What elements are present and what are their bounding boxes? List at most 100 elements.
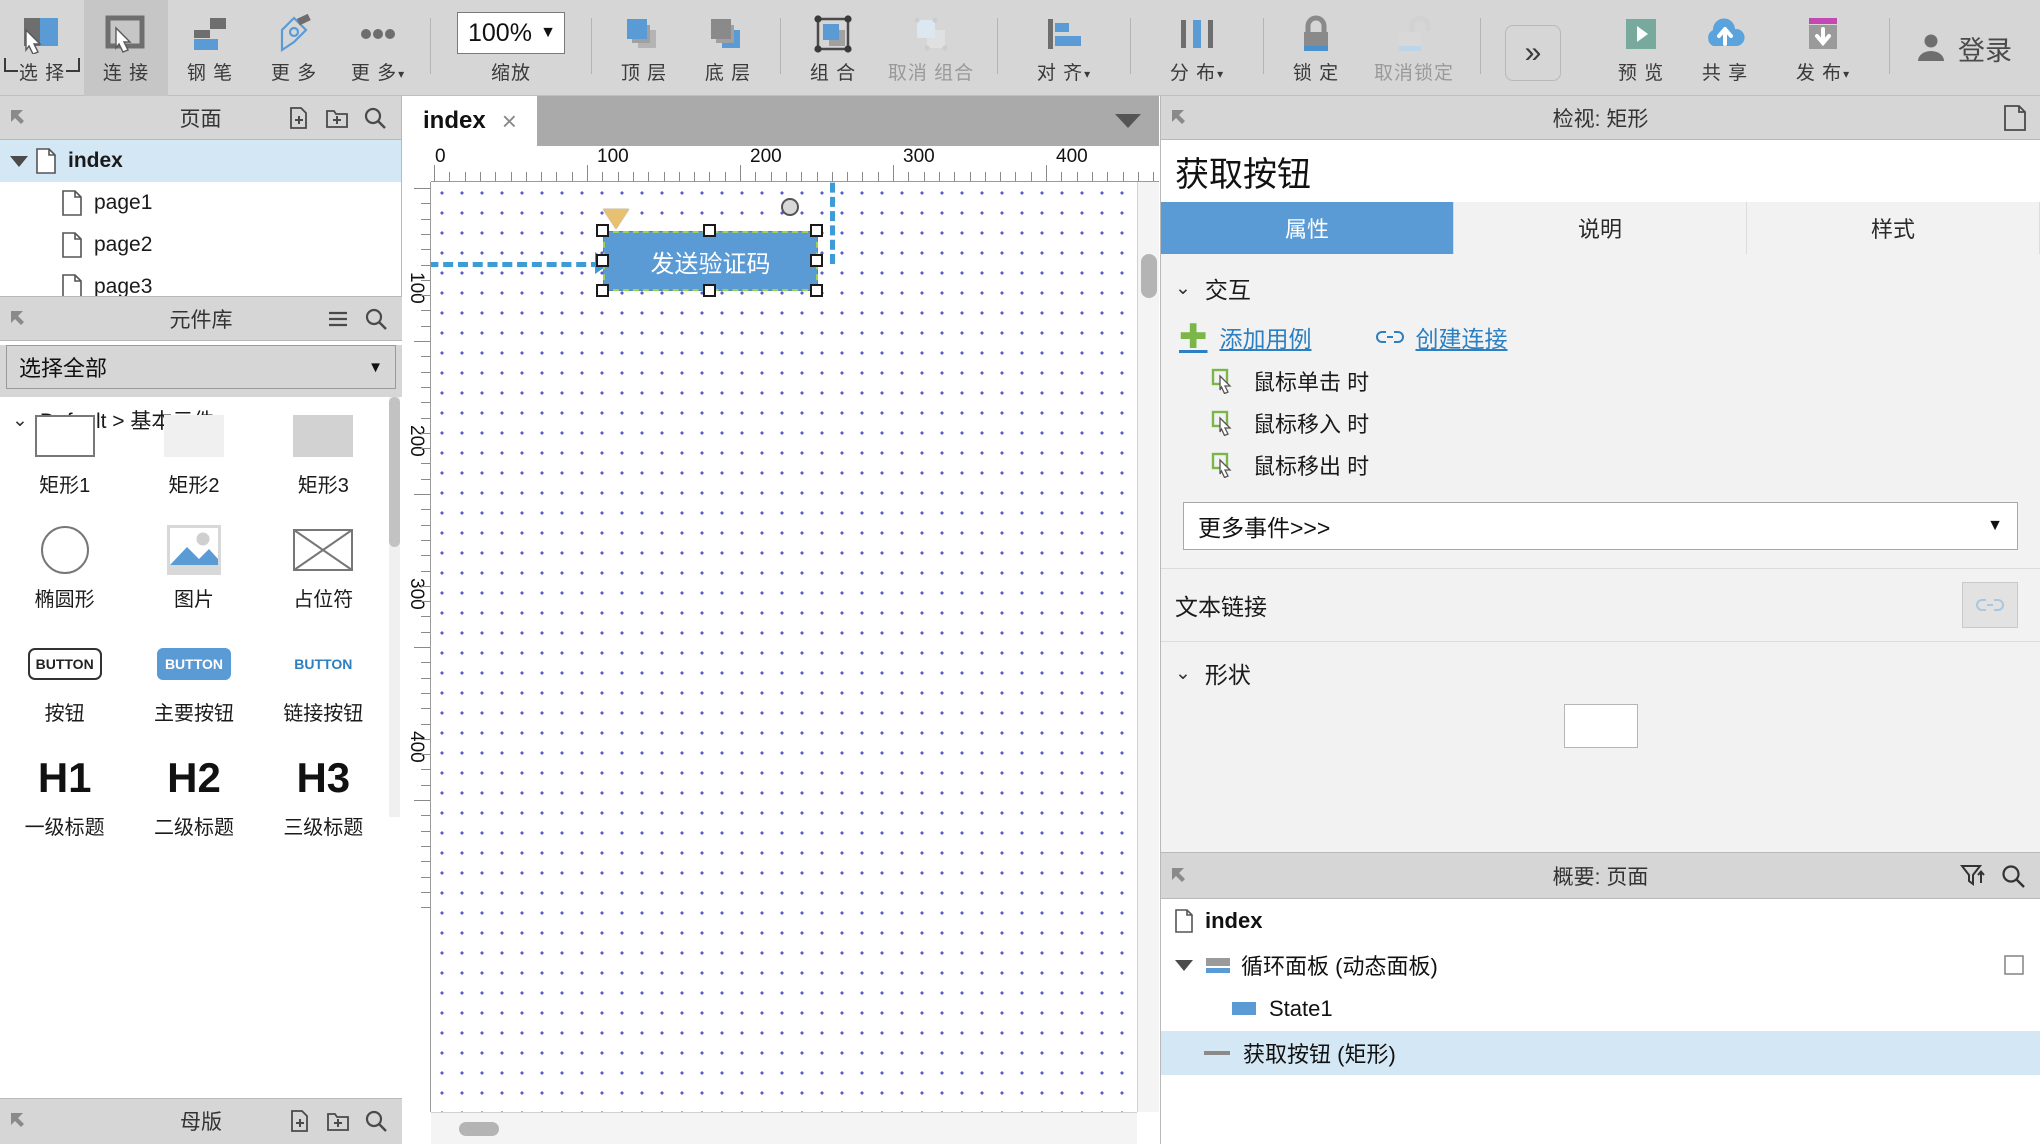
rotate-handle[interactable] (781, 198, 799, 216)
resize-handle-se[interactable] (810, 284, 823, 297)
add-master-icon[interactable] (288, 1109, 312, 1133)
page-item-index[interactable]: index (0, 140, 401, 182)
resize-handle-nw[interactable] (596, 224, 609, 237)
share-button[interactable]: 共 享 (1683, 0, 1767, 96)
widget-link-button[interactable]: BUTTON 链接按钮 (259, 623, 388, 726)
add-case-button[interactable]: ✚ 添加用例 (1179, 320, 1312, 354)
more-events-select[interactable]: 更多事件>>> ▼ (1183, 502, 2018, 550)
create-link-button[interactable]: 创建连接 (1375, 320, 1508, 354)
search-icon[interactable] (363, 106, 387, 130)
resize-handle-w[interactable] (596, 254, 609, 267)
add-folder-icon[interactable] (325, 106, 349, 130)
outline-item-dynamic-panel[interactable]: 循环面板 (动态面板) (1161, 943, 2040, 987)
align-button[interactable]: 对 齐▾ (1008, 0, 1120, 96)
collapse-arrow-icon[interactable] (1169, 107, 1191, 129)
tab-notes[interactable]: 说明 (1454, 202, 1747, 254)
tool-more[interactable]: 更 多▾ (336, 0, 420, 96)
widget-primary-button[interactable]: BUTTON 主要按钮 (129, 623, 258, 726)
panel-state-icon[interactable] (2004, 955, 2040, 975)
bring-to-front-button[interactable]: 顶 层 (602, 0, 686, 96)
widget-label: 矩形2 (168, 475, 220, 497)
outline-item-get-button[interactable]: 获取按钮 (矩形) (1161, 1031, 2040, 1075)
unlock-button[interactable]: 取消锁定 (1358, 0, 1470, 96)
page-item-page2[interactable]: page2 (0, 224, 401, 266)
tab-index[interactable]: index × (403, 96, 537, 146)
zoom-select[interactable]: 100% ▼ (457, 12, 565, 54)
group-button[interactable]: 组 合 (791, 0, 875, 96)
zoom-control[interactable]: 100% ▼ 缩放 (441, 0, 581, 96)
event-click[interactable]: 鼠标单击 时 (1161, 360, 2040, 402)
outline-item-index[interactable]: index (1161, 899, 2040, 943)
send-to-back-button[interactable]: 底 层 (686, 0, 770, 96)
expand-triangle-icon[interactable] (10, 155, 28, 167)
resize-handle-sw[interactable] (596, 284, 609, 297)
collapse-arrow-icon[interactable] (1169, 865, 1191, 887)
widget-placeholder[interactable]: 占位符 (259, 509, 388, 612)
widget-rectangle-1[interactable]: 矩形1 (0, 395, 129, 498)
filter-icon[interactable] (1960, 863, 1986, 889)
page-item-page1[interactable]: page1 (0, 182, 401, 224)
interaction-section-header[interactable]: ⌄ 交互 (1161, 262, 2040, 314)
text-link-button[interactable] (1962, 582, 2018, 628)
ruler-tick (421, 692, 430, 694)
expand-triangle-icon[interactable] (1175, 959, 1193, 971)
tool-select[interactable]: 选 择 (0, 0, 84, 96)
preview-button[interactable]: 预 览 (1599, 0, 1683, 96)
distribute-button[interactable]: 分 布▾ (1141, 0, 1253, 96)
toolbar-group-tools: 选 择 连 接 钢 笔 更 多 更 多▾ (0, 0, 420, 96)
collapse-arrow-icon[interactable] (8, 308, 30, 330)
widget-image[interactable]: 图片 (129, 509, 258, 612)
event-mouse-enter[interactable]: 鼠标移入 时 (1161, 402, 2040, 444)
widget-heading-2[interactable]: H2 二级标题 (129, 737, 258, 840)
ruler-tick (1107, 172, 1109, 181)
note-icon[interactable] (2004, 104, 2026, 131)
library-select[interactable]: 选择全部 ▼ (6, 345, 396, 389)
tab-properties[interactable]: 属性 (1161, 202, 1454, 254)
tool-connector-line[interactable]: 钢 笔 (168, 0, 252, 96)
add-folder-icon[interactable] (326, 1109, 350, 1133)
widget-heading-3[interactable]: H3 三级标题 (259, 737, 388, 840)
toolbar-overflow-button[interactable]: » (1491, 0, 1575, 96)
search-icon[interactable] (2000, 863, 2026, 889)
event-mouse-leave[interactable]: 鼠标移出 时 (1161, 444, 2040, 486)
ruler-tick (421, 478, 430, 480)
search-icon[interactable] (364, 1109, 388, 1133)
add-page-icon[interactable] (287, 106, 311, 130)
tool-pen[interactable]: 更 多 (252, 0, 336, 96)
shape-swatch[interactable] (1563, 704, 1638, 748)
library-scrollbar-thumb[interactable] (389, 397, 400, 547)
shape-section-header[interactable]: ⌄ 形状 (1161, 642, 2040, 704)
tab-overflow-caret-icon[interactable] (1115, 114, 1141, 128)
canvas-widget-rectangle[interactable]: 发送验证码 (603, 231, 818, 291)
login-button[interactable]: 登录 (1900, 0, 2040, 96)
canvas-horizontal-scrollbar[interactable] (431, 1112, 1137, 1144)
canvas-vertical-scrollbar[interactable] (1137, 182, 1159, 1112)
canvas-hscroll-thumb[interactable] (459, 1122, 499, 1136)
collapse-arrow-icon[interactable] (8, 107, 30, 129)
design-canvas[interactable]: 发送验证码 (431, 182, 1137, 1112)
widget-rectangle-3[interactable]: 矩形3 (259, 395, 388, 498)
widget-heading-1[interactable]: H1 一级标题 (0, 737, 129, 840)
canvas-vscroll-thumb[interactable] (1141, 254, 1157, 298)
outline-item-state1[interactable]: State1 (1161, 987, 2040, 1031)
widget-button[interactable]: BUTTON 按钮 (0, 623, 129, 726)
library-scrollbar[interactable] (389, 397, 400, 817)
publish-text: 发 布 (1795, 63, 1843, 84)
widget-rectangle-2[interactable]: 矩形2 (129, 395, 258, 498)
tool-connector[interactable]: 连 接 (84, 0, 168, 96)
resize-handle-n[interactable] (703, 224, 716, 237)
tab-style[interactable]: 样式 (1747, 202, 2040, 254)
menu-icon[interactable] (326, 307, 350, 331)
close-icon[interactable]: × (502, 106, 517, 137)
search-icon[interactable] (364, 307, 388, 331)
resize-handle-s[interactable] (703, 284, 716, 297)
collapse-arrow-icon[interactable] (8, 1110, 30, 1132)
resize-handle-ne[interactable] (810, 224, 823, 237)
lock-button[interactable]: 锁 定 (1274, 0, 1358, 96)
ruler-tick (648, 172, 650, 181)
widget-ellipse[interactable]: 椭圆形 (0, 509, 129, 612)
ruler-tick (1122, 172, 1124, 181)
publish-button[interactable]: 发 布▾ (1767, 0, 1879, 96)
resize-handle-e[interactable] (810, 254, 823, 267)
ungroup-button[interactable]: 取消 组合 (875, 0, 987, 96)
